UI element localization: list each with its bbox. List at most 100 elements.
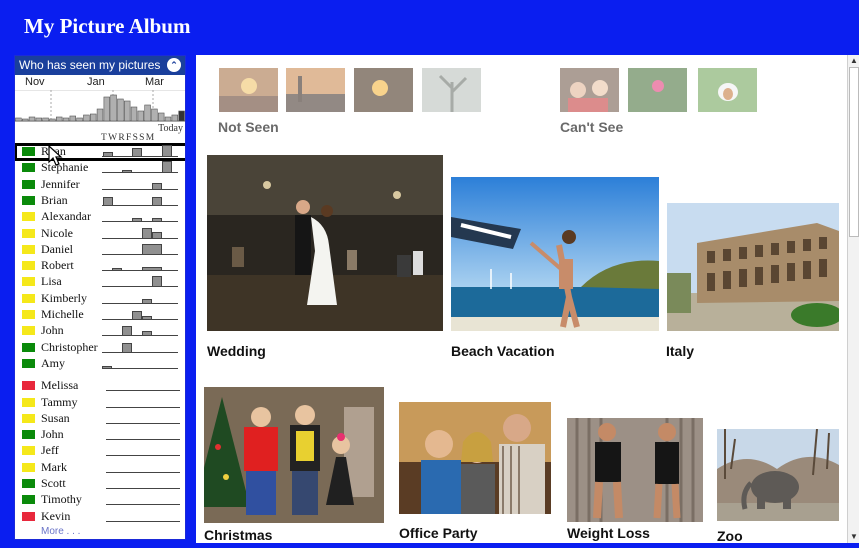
more-link[interactable]: More . . . (41, 526, 80, 537)
activity-track (106, 390, 180, 392)
activity-block (152, 196, 162, 206)
status-swatch (22, 326, 35, 336)
viewer-row[interactable]: Christopher (15, 340, 185, 356)
viewer-row[interactable]: Tammy (15, 395, 185, 411)
status-swatch (22, 430, 35, 440)
cant-see-thumb[interactable] (698, 68, 757, 112)
histogram-bar (144, 104, 151, 122)
viewer-row[interactable]: Stephanie (15, 160, 185, 176)
scroll-up-icon[interactable]: ▲ (849, 56, 859, 66)
viewer-name: Jennifer (41, 176, 80, 191)
activity-track (102, 335, 178, 337)
histogram-bar (28, 116, 36, 122)
status-swatch (22, 277, 35, 287)
album-cover-zoo[interactable] (717, 429, 839, 521)
status-swatch (22, 261, 35, 271)
viewers-panel: Who has seen my pictures ⌃ Nov Jan Mar T… (14, 55, 186, 540)
viewer-row[interactable]: Kevin (15, 509, 185, 525)
activity-block (142, 331, 152, 337)
viewer-row[interactable]: Melissa (15, 378, 185, 394)
activity-track (102, 188, 178, 190)
album-label-beach-vacation[interactable]: Beach Vacation (451, 343, 555, 359)
album-cover-wedding[interactable] (207, 155, 443, 331)
viewer-row[interactable]: Timothy (15, 492, 185, 508)
histogram-bar (151, 108, 158, 122)
album-cover-christmas[interactable] (204, 387, 384, 523)
activity-track (102, 351, 178, 353)
viewer-row[interactable]: Lisa (15, 274, 185, 290)
weekday-labels: TWRFSSM (101, 133, 156, 143)
album-label-wedding[interactable]: Wedding (207, 343, 266, 359)
viewer-row[interactable]: Michelle (15, 307, 185, 323)
album-label-weight-loss[interactable]: Weight Loss (567, 525, 650, 541)
today-label: Today (158, 123, 183, 134)
cant-see-thumb[interactable] (560, 68, 619, 112)
not-seen-thumb[interactable] (286, 68, 345, 112)
timeline-months: Nov Jan Mar (15, 76, 185, 90)
viewer-row[interactable]: Jeff (15, 443, 185, 459)
activity-block (142, 298, 152, 304)
viewer-row[interactable]: Susan (15, 410, 185, 427)
activity-block (152, 276, 162, 288)
viewer-row[interactable]: Scott (15, 476, 185, 492)
album-label-office-party[interactable]: Office Party (399, 525, 478, 541)
histogram-bar (35, 117, 42, 122)
activity-block (122, 342, 132, 353)
histogram-bar (137, 110, 145, 122)
album-label-italy[interactable]: Italy (666, 343, 694, 359)
scrollbar-thumb[interactable] (849, 67, 859, 237)
status-swatch (22, 228, 35, 238)
viewer-row[interactable]: Daniel (15, 241, 185, 258)
activity-track (102, 237, 178, 239)
cant-see-thumb[interactable] (628, 68, 687, 112)
status-swatch (22, 479, 35, 488)
status-swatch (22, 310, 35, 319)
not-seen-thumb[interactable] (422, 68, 481, 112)
viewer-row[interactable]: John (15, 323, 185, 339)
activity-track (106, 520, 180, 522)
collapse-up-icon[interactable]: ⌃ (167, 58, 181, 72)
album-label-zoo[interactable]: Zoo (717, 528, 743, 544)
scroll-down-icon[interactable]: ▼ (849, 532, 859, 542)
album-cover-weight-loss[interactable] (567, 418, 703, 522)
histogram-bar (103, 96, 111, 122)
viewer-row[interactable]: Amy (15, 356, 185, 372)
viewer-name: Robert (41, 258, 74, 273)
activity-block (122, 326, 132, 337)
album-cover-beach-vacation[interactable] (451, 177, 659, 331)
viewer-row[interactable]: John (15, 427, 185, 443)
status-swatch (22, 147, 35, 156)
viewer-name: Scott (41, 476, 66, 490)
status-swatch (22, 244, 35, 254)
album-label-christmas[interactable]: Christmas (204, 527, 272, 543)
status-swatch (22, 212, 35, 222)
vertical-scrollbar[interactable]: ▲ ▼ (847, 55, 859, 543)
viewer-row[interactable]: Ryan (15, 143, 185, 161)
histogram-bar (42, 117, 49, 122)
histogram-bar (69, 115, 77, 122)
histogram-bar (15, 117, 22, 122)
mouse-pointer-icon (48, 145, 63, 166)
activity-block (142, 267, 162, 272)
viewer-row[interactable]: Kimberly (15, 291, 185, 307)
histogram-bar (55, 116, 63, 122)
viewer-row[interactable]: Brian (15, 193, 185, 209)
viewer-row[interactable]: Mark (15, 460, 185, 476)
activity-track (106, 504, 180, 506)
app-title: My Picture Album (24, 14, 191, 38)
viewer-row[interactable]: Nicole (15, 226, 185, 242)
viewer-row[interactable]: Robert (15, 258, 185, 274)
not-seen-thumb[interactable] (354, 68, 413, 112)
viewer-name: Daniel (41, 241, 73, 256)
viewer-row[interactable]: Jennifer (15, 176, 185, 193)
activity-block (142, 316, 152, 320)
views-histogram[interactable] (15, 90, 185, 122)
group-label-not-seen: Not Seen (218, 119, 279, 135)
viewer-name: Susan (41, 410, 70, 425)
month-label: Mar (145, 76, 164, 88)
not-seen-thumb[interactable] (219, 68, 278, 112)
album-cover-italy[interactable] (667, 203, 839, 331)
album-cover-office-party[interactable] (399, 402, 551, 514)
viewer-row[interactable]: Alexandar (15, 209, 185, 225)
status-swatch (22, 293, 35, 303)
